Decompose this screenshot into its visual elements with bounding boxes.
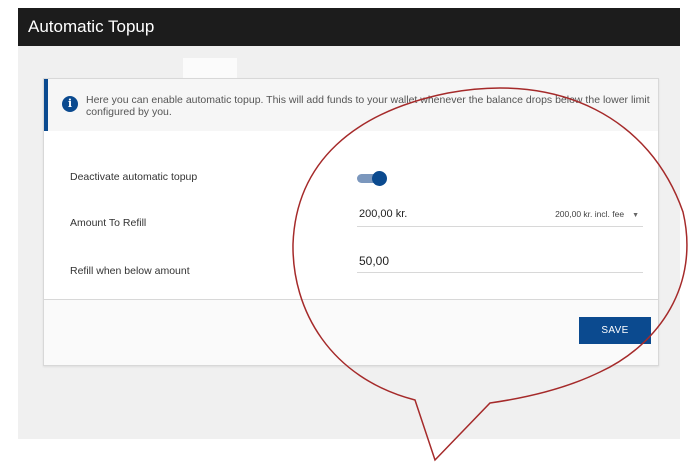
info-icon: i [62, 96, 78, 112]
deactivate-toggle[interactable] [357, 171, 387, 186]
toggle-knob [372, 171, 387, 186]
deactivate-label: Deactivate automatic topup [70, 171, 198, 183]
amount-label: Amount To Refill [70, 217, 147, 229]
chevron-down-icon: ▼ [632, 212, 639, 219]
window-title: Automatic Topup [28, 17, 155, 36]
below-label: Refill when below amount [70, 265, 190, 277]
amount-select-label: 200,00 kr. incl. fee [555, 209, 625, 219]
save-button[interactable]: SAVE [579, 317, 651, 344]
below-amount-field[interactable]: 50,00 [357, 252, 643, 273]
info-text: Here you can enable automatic topup. Thi… [86, 94, 650, 118]
amount-select[interactable]: 200,00 kr. incl. fee ▼ [555, 209, 639, 219]
below-value: 50,00 [359, 254, 390, 268]
card-footer: SAVE [44, 300, 658, 365]
amount-value: 200,00 kr. [359, 208, 408, 220]
app-window: Automatic Topup i Here you can enable au… [18, 8, 680, 439]
settings-card: i Here you can enable automatic topup. T… [43, 78, 659, 366]
title-bar: Automatic Topup [18, 8, 680, 46]
tab-stub [183, 58, 237, 78]
info-banner: i Here you can enable automatic topup. T… [44, 79, 658, 131]
amount-field[interactable]: 200,00 kr. 200,00 kr. incl. fee ▼ [357, 206, 643, 227]
